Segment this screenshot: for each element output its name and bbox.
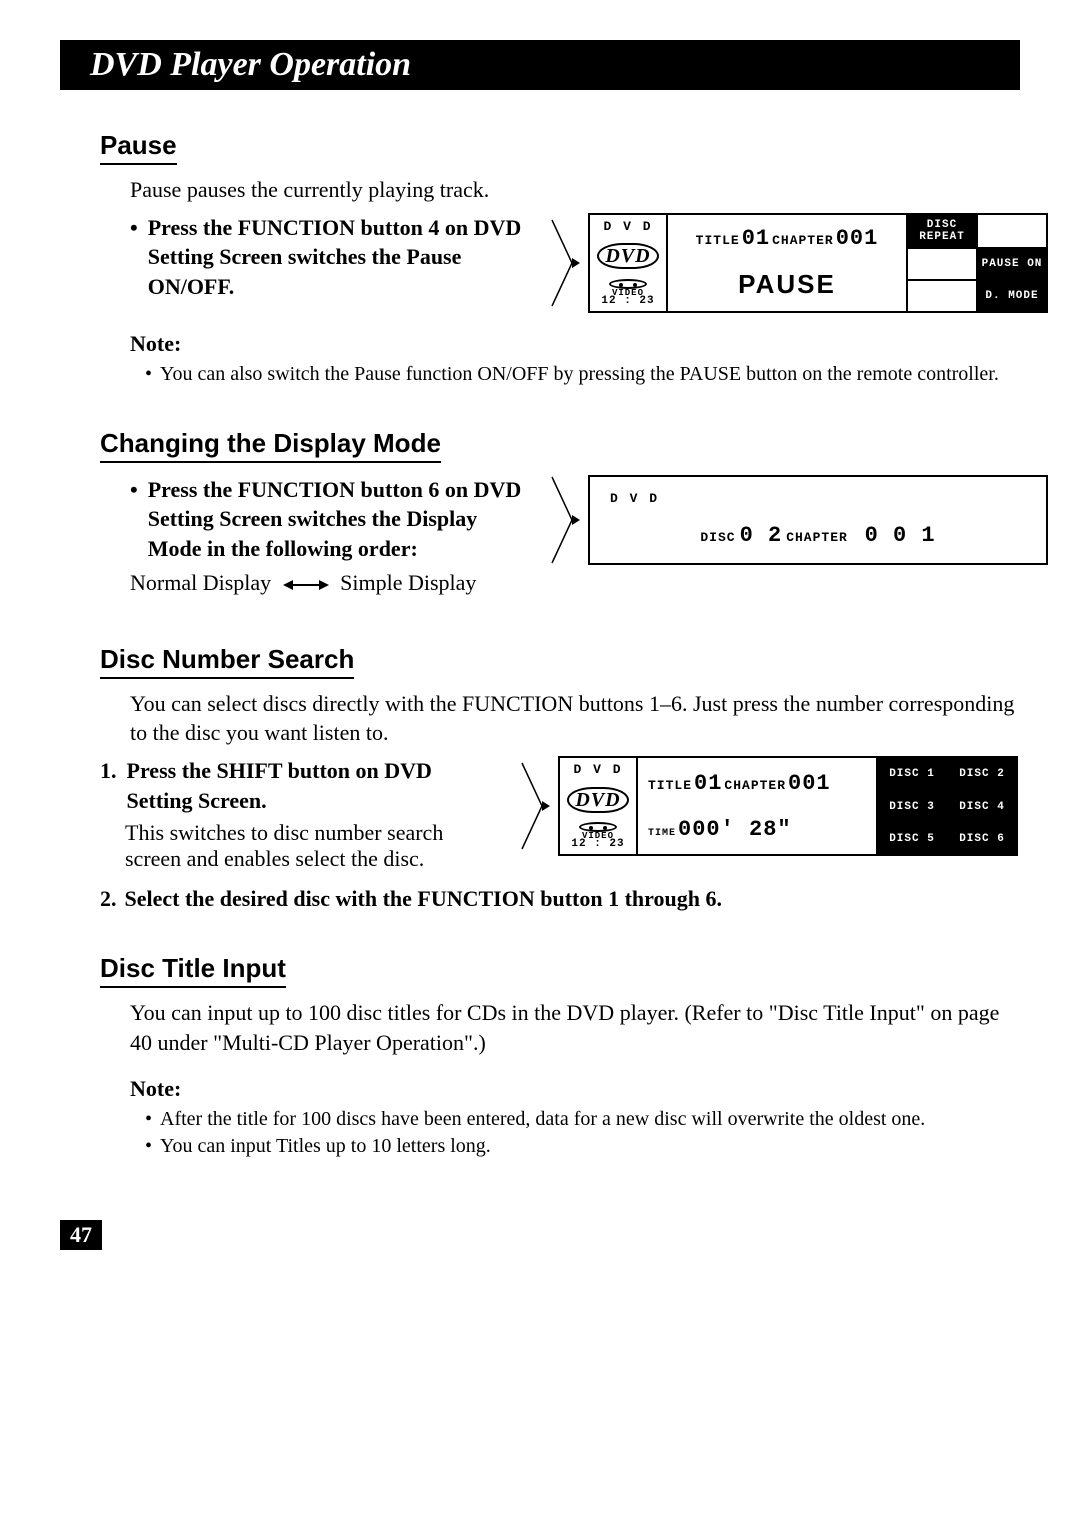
lcd-disc-4: DISC 4	[946, 790, 1016, 822]
pause-note-heading: Note:	[130, 331, 1020, 357]
disc-search-intro: You can select discs directly with the F…	[130, 689, 1020, 748]
lcd-chapter-val: 001	[836, 226, 879, 251]
lcd-disc-val: 0 2	[740, 523, 783, 548]
disc-search-step1: 1. Press the SHIFT button on DVD Setting…	[100, 756, 500, 815]
dvd-video-logo-icon: VIDEO 12 : 23	[601, 279, 654, 307]
page-number: 47	[60, 1220, 102, 1250]
lcd-time: 12 : 23	[571, 840, 624, 850]
title-input-note-list: After the title for 100 discs have been …	[145, 1106, 1020, 1160]
pause-note-1: You can also switch the Pause function O…	[160, 361, 999, 388]
lcd-empty-cell	[906, 247, 976, 279]
lcd-disc-1: DISC 1	[876, 758, 946, 790]
pointer-icon	[550, 218, 580, 308]
pause-lcd-panel: D V D DVD VIDEO 12 : 23 TITLE 01 CHAPTER…	[588, 213, 1048, 313]
disc-search-step1-sub: This switches to disc number search scre…	[125, 820, 500, 872]
disc-search-step1-text: Press the SHIFT button on DVD Setting Sc…	[127, 756, 501, 815]
title-input-intro: You can input up to 100 disc titles for …	[130, 998, 1020, 1057]
display-mode-bullet-text: Press the FUNCTION button 6 on DVD Setti…	[148, 475, 530, 564]
lcd-pause-text: PAUSE	[738, 269, 836, 300]
lcd-pause-on: PAUSE ON	[976, 247, 1046, 279]
lcd-dvd-label: D V D	[610, 491, 1026, 506]
lcd-empty-cell	[976, 215, 1046, 247]
lcd-disc-6: DISC 6	[946, 822, 1016, 854]
double-arrow-icon	[283, 578, 329, 592]
pause-bullet: • Press the FUNCTION button 4 on DVD Set…	[130, 213, 530, 302]
lcd-title-label: TITLE	[696, 233, 740, 248]
page-title: DVD Player Operation	[90, 46, 411, 83]
lcd-chapter-label: CHAPTER	[772, 233, 834, 248]
pause-bullet-text: Press the FUNCTION button 4 on DVD Setti…	[148, 213, 530, 302]
disc-search-heading: Disc Number Search	[100, 644, 354, 679]
lcd-chapter-val: 001	[788, 771, 831, 796]
title-input-note-2: You can input Titles up to 10 letters lo…	[160, 1133, 491, 1160]
lcd-time: 12 : 23	[601, 297, 654, 307]
step-number: 2.	[100, 884, 117, 914]
disc-search-lcd-panel: D V D DVD VIDEO 12 : 23 TITLE 01 CHAPTER…	[558, 756, 1018, 856]
disc-search-step2-text: Select the desired disc with the FUNCTIO…	[125, 884, 723, 914]
page-title-bar: DVD Player Operation	[60, 40, 1020, 90]
bullet-icon: •	[130, 475, 138, 564]
lcd-chapter-val2: 0 0 1	[865, 523, 936, 548]
title-input-heading: Disc Title Input	[100, 953, 286, 988]
normal-display-label: Normal Display	[130, 570, 271, 595]
display-mode-bullet: • Press the FUNCTION button 6 on DVD Set…	[130, 475, 530, 564]
pointer-icon	[520, 761, 550, 851]
lcd-simple-row: DISC 0 2 CHAPTER 0 0 1	[700, 523, 935, 548]
lcd-empty-cell	[906, 279, 976, 311]
lcd-time-val2: 000' 28"	[678, 817, 792, 842]
lcd-time-row: TIME 000' 28"	[648, 817, 792, 842]
manual-page: DVD Player Operation Pause Pause pauses …	[0, 0, 1080, 1290]
simple-display-label: Simple Display	[340, 570, 476, 595]
lcd-disc-3: DISC 3	[876, 790, 946, 822]
dvd-video-logo-icon: VIDEO 12 : 23	[571, 822, 624, 850]
lcd-chapter-label2: CHAPTER	[786, 530, 848, 545]
lcd-time-label2: TIME	[648, 828, 676, 839]
lcd-dvd-label: D V D	[573, 762, 622, 777]
lcd-disc-5: DISC 5	[876, 822, 946, 854]
dvd-logo-icon: DVD	[597, 243, 658, 269]
pause-note-list: You can also switch the Pause function O…	[145, 361, 1020, 388]
lcd-dvd-label: D V D	[603, 219, 652, 234]
dvd-logo-icon: DVD	[567, 787, 628, 813]
lcd-dmode: D. MODE	[976, 279, 1046, 311]
simple-lcd-panel: D V D DISC 0 2 CHAPTER 0 0 1	[588, 475, 1048, 565]
lcd-title-label: TITLE	[648, 778, 692, 793]
lcd-disc-repeat: DISC REPEAT	[906, 215, 976, 247]
display-mode-heading: Changing the Display Mode	[100, 428, 441, 463]
title-input-note-1: After the title for 100 discs have been …	[160, 1106, 925, 1133]
lcd-disc-2: DISC 2	[946, 758, 1016, 790]
lcd-title-val: 01	[694, 771, 722, 796]
lcd-chapter-label: CHAPTER	[724, 778, 786, 793]
bullet-icon: •	[130, 213, 138, 302]
title-input-note-heading: Note:	[130, 1076, 1020, 1102]
pause-intro: Pause pauses the currently playing track…	[130, 175, 1020, 205]
lcd-title-row: TITLE 01 CHAPTER 001	[648, 771, 831, 796]
pause-heading: Pause	[100, 130, 177, 165]
lcd-title-val: 01	[742, 226, 770, 251]
disc-search-step2: 2. Select the desired disc with the FUNC…	[100, 884, 1020, 914]
lcd-title-row: TITLE 01 CHAPTER 001	[696, 226, 879, 251]
step-number: 1.	[100, 756, 117, 815]
lcd-disc-label: DISC	[700, 530, 735, 545]
pointer-icon	[550, 475, 580, 565]
